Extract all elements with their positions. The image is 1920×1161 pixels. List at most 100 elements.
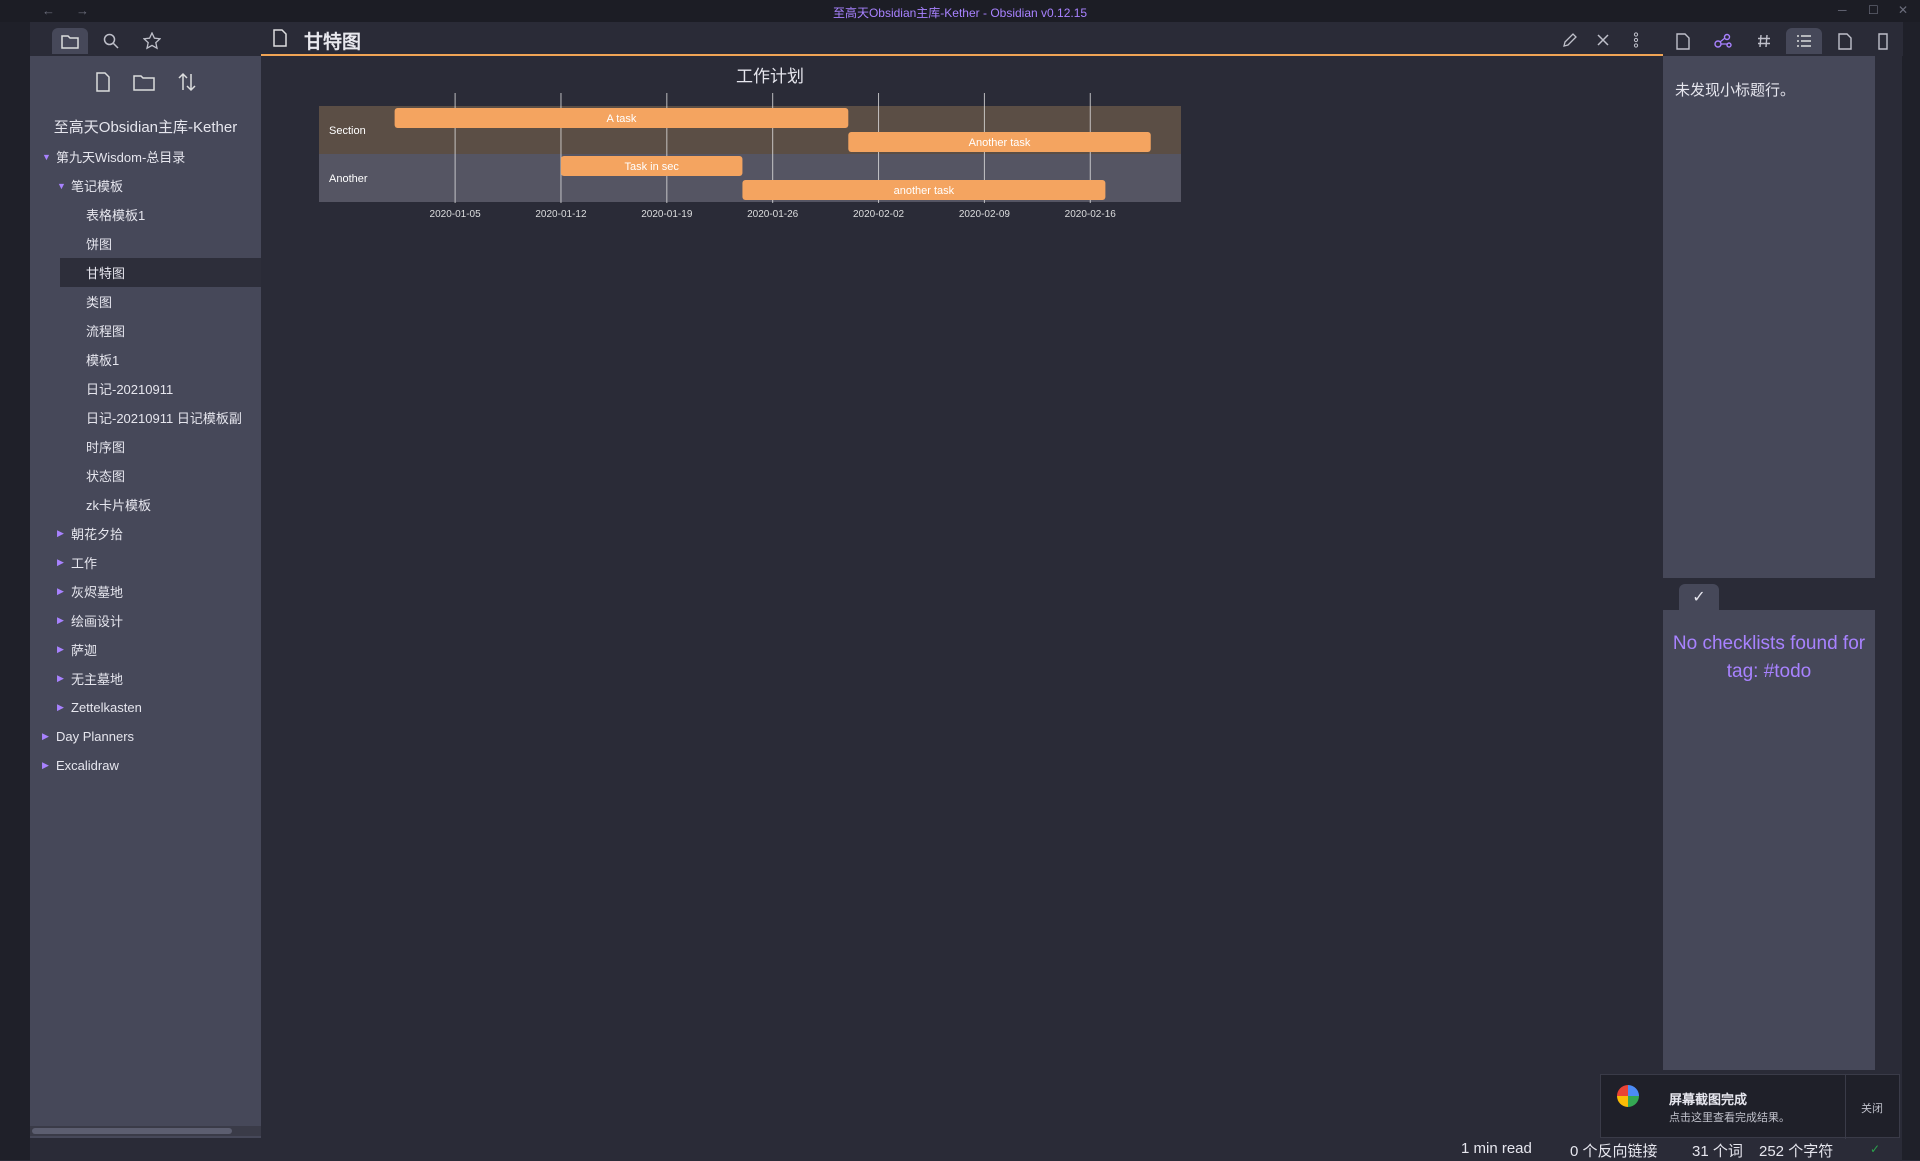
graph-icon <box>1714 33 1732 48</box>
tree-item[interactable]: 状态图 <box>60 461 261 490</box>
minimize-button[interactable]: ─ <box>1838 3 1847 17</box>
file-icon <box>1878 32 1888 50</box>
tree-item-label: 甘特图 <box>86 266 126 281</box>
new-note-button[interactable] <box>89 68 117 96</box>
chevron-right-icon[interactable]: ▶ <box>57 673 71 684</box>
x-tick-label: 2020-01-12 <box>535 209 587 220</box>
tree-item[interactable]: 流程图 <box>60 316 261 345</box>
notification-subtitle: 点击这里查看完成结果。 <box>1669 1112 1790 1124</box>
chevron-right-icon[interactable]: ▶ <box>42 731 56 742</box>
chart-title: 工作计划 <box>736 67 804 86</box>
page-title[interactable]: 甘特图 <box>304 27 361 54</box>
tab-more[interactable] <box>1866 28 1900 54</box>
tree-item-label: 类图 <box>86 295 113 310</box>
chevron-right-icon[interactable]: ▶ <box>57 528 71 539</box>
sort-button[interactable] <box>173 68 201 96</box>
tree-item[interactable]: ▶ 萨迦 <box>30 635 261 664</box>
tree-item[interactable]: 日记-20210911 日记模板副 <box>60 403 261 432</box>
chevron-right-icon[interactable]: ▶ <box>57 557 71 568</box>
tab-outgoing-links[interactable] <box>1827 28 1863 54</box>
edit-mode-button[interactable] <box>1559 29 1581 51</box>
sync-status-icon[interactable]: ✓ <box>1870 1142 1880 1156</box>
checklist-pane: No checklists found for tag: #todo <box>1663 610 1875 1070</box>
tree-item[interactable]: 时序图 <box>60 432 261 461</box>
new-folder-button[interactable] <box>130 68 158 96</box>
right-ribbon <box>1902 22 1920 1160</box>
file-explorer-toolbar <box>30 62 261 102</box>
tree-item[interactable]: 模板1 <box>60 345 261 374</box>
tree-item[interactable]: ▶ 工作 <box>30 548 261 577</box>
tab-tags[interactable] <box>1746 28 1782 54</box>
tree-item[interactable]: ▼ 第九天Wisdom-总目录 <box>30 142 261 171</box>
tab-checklist[interactable]: ✓ <box>1679 584 1719 610</box>
tab-outline[interactable] <box>1786 28 1822 54</box>
tree-item-label: Zettelkasten <box>71 700 142 715</box>
tree-item-label: 朝花夕拾 <box>71 527 124 542</box>
gantt-task-label: another task <box>894 185 955 197</box>
folder-icon <box>61 35 79 49</box>
tree-item[interactable]: ▶ 无主墓地 <box>30 664 261 693</box>
checkmark-icon: ✓ <box>1692 589 1706 606</box>
checklist-tab-bar: ✓ <box>1663 578 1875 610</box>
tree-item[interactable]: 日记-20210911 <box>60 374 261 403</box>
tree-item[interactable]: ▶ 绘画设计 <box>30 606 261 635</box>
chevron-right-icon[interactable]: ▶ <box>57 702 71 713</box>
chevron-down-icon[interactable]: ▼ <box>57 181 71 191</box>
tree-item[interactable]: 类图 <box>60 287 261 316</box>
tree-item[interactable]: zk卡片模板 <box>60 490 261 519</box>
tab-backlinks[interactable] <box>1665 28 1701 54</box>
read-time: 1 min read <box>1461 1140 1532 1157</box>
chevron-right-icon[interactable]: ▶ <box>57 644 71 655</box>
tree-item[interactable]: ▼ 笔记模板 <box>30 171 261 200</box>
x-tick-label: 2020-02-02 <box>853 209 905 220</box>
tree-item-label: 无主墓地 <box>71 672 124 687</box>
chevron-right-icon[interactable]: ▶ <box>57 615 71 626</box>
vault-name[interactable]: 至高天Obsidian主库-Kether <box>30 116 261 137</box>
chevron-right-icon[interactable]: ▶ <box>42 760 56 771</box>
tree-item[interactable]: ▶ 灰烬墓地 <box>30 577 261 606</box>
x-tick-label: 2020-02-16 <box>1065 209 1117 220</box>
horizontal-scrollbar[interactable] <box>30 1126 261 1136</box>
tree-item[interactable]: ▶ 朝花夕拾 <box>30 519 261 548</box>
chevron-down-icon[interactable]: ▼ <box>42 152 56 162</box>
close-window-button[interactable]: ✕ <box>1898 3 1908 17</box>
tree-item[interactable]: ▶ Zettelkasten <box>30 693 261 722</box>
more-options-button[interactable] <box>1625 29 1647 51</box>
file-icon <box>273 29 287 47</box>
scrollbar-thumb[interactable] <box>32 1128 232 1134</box>
close-pane-button[interactable] <box>1592 29 1614 51</box>
tab-starred[interactable] <box>134 28 170 54</box>
right-sidebar-tabs <box>1663 22 1903 56</box>
tab-search[interactable] <box>93 28 129 54</box>
tree-item[interactable]: ▶ Excalidraw <box>30 751 261 780</box>
hash-icon <box>1758 34 1770 48</box>
notification-close-button[interactable]: 关闭 <box>1861 1100 1883 1116</box>
file-icon <box>1676 32 1690 50</box>
tree-item-label: 饼图 <box>86 237 113 252</box>
pencil-icon <box>1563 33 1577 47</box>
title-bar: ← → 至高天Obsidian主库-Kether - Obsidian v0.1… <box>0 0 1920 22</box>
tab-file-explorer[interactable] <box>52 28 88 54</box>
screenshot-notification[interactable]: 屏幕截图完成 点击这里查看完成结果。 关闭 <box>1600 1074 1900 1139</box>
chevron-right-icon[interactable]: ▶ <box>57 586 71 597</box>
tree-item-label: 表格模板1 <box>86 208 146 223</box>
window-title: 至高天Obsidian主库-Kether - Obsidian v0.12.15 <box>832 6 1088 20</box>
tree-item-label: 模板1 <box>86 353 120 368</box>
tree-item-label: 绘画设计 <box>71 614 124 629</box>
tree-item[interactable]: 饼图 <box>60 229 261 258</box>
maximize-button[interactable]: ☐ <box>1868 3 1879 17</box>
backlink-count[interactable]: 0 个反向链接 <box>1570 1140 1658 1161</box>
tree-item[interactable]: 表格模板1 <box>60 200 261 229</box>
tab-graph[interactable] <box>1705 28 1741 54</box>
editor-content: 工作计划 Section Another 2020-01-05 2020-01-12 20… <box>261 57 1663 1138</box>
tree-item[interactable]: ▶ Day Planners <box>30 722 261 751</box>
tree-item-label: 第九天Wisdom-总目录 <box>56 150 186 165</box>
section-label: Section <box>329 125 366 137</box>
tree-item-label: 日记-20210911 日记模板副 <box>86 411 242 426</box>
sort-icon <box>178 72 196 92</box>
tree-item-label: 灰烬墓地 <box>71 585 124 600</box>
tree-item[interactable]: 甘特图 <box>60 258 261 287</box>
file-icon <box>1838 32 1852 50</box>
outline-pane: 未发现小标题行。 <box>1663 56 1875 578</box>
editor-header: 甘特图 <box>261 22 1663 56</box>
